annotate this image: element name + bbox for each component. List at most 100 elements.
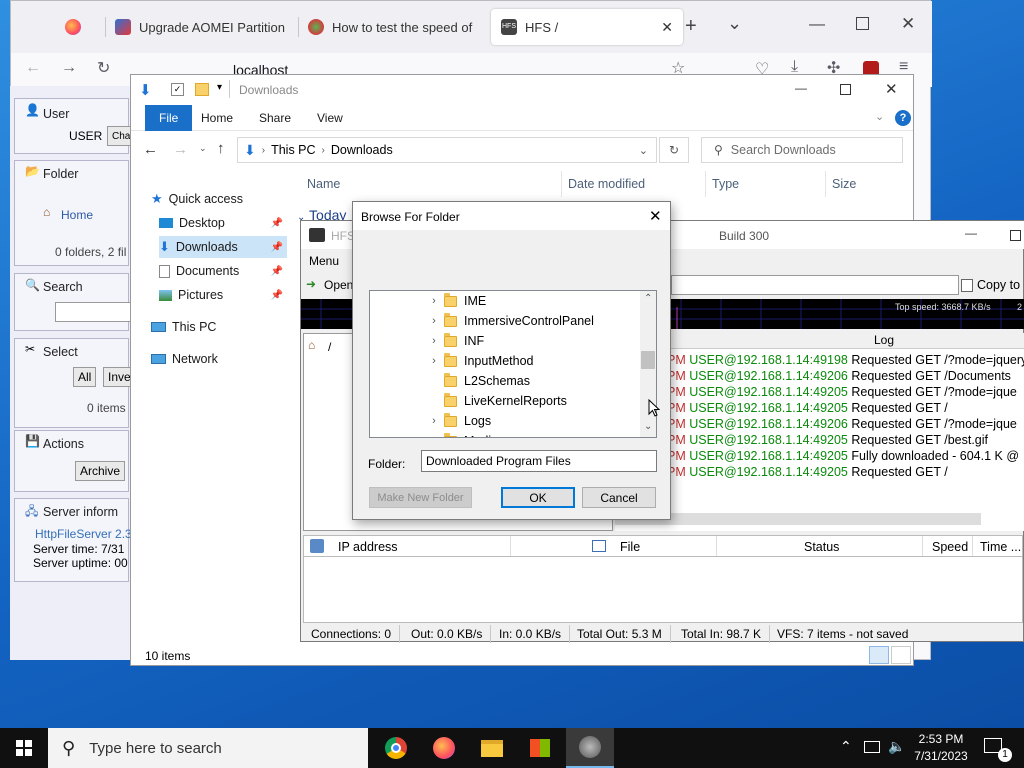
nav-this-pc[interactable]: This PC [151, 316, 286, 338]
column-time[interactable]: Time ... [980, 540, 1021, 554]
server-link[interactable]: HttpFileServer 2.3 [35, 527, 132, 541]
open-in-browser-button[interactable]: Open [324, 278, 353, 292]
search-box[interactable]: ⚲ Search Downloads [701, 137, 903, 163]
taskbar-file-explorer[interactable] [468, 728, 516, 768]
back-icon[interactable]: ← [25, 59, 41, 77]
new-tab-button[interactable]: + [685, 15, 697, 38]
column-file[interactable]: File [620, 540, 640, 554]
cancel-button[interactable]: Cancel [582, 487, 656, 508]
folder-name-field[interactable]: Downloaded Program Files [421, 450, 657, 472]
scroll-down-icon[interactable]: ⌄ [644, 421, 652, 432]
tab-firefox-home[interactable] [55, 9, 105, 45]
column-size[interactable]: Size [832, 177, 856, 191]
column-type[interactable]: Type [712, 177, 739, 191]
nav-desktop[interactable]: Desktop 📌 [159, 212, 287, 234]
home-link[interactable]: Home [61, 208, 93, 222]
large-icons-view-icon[interactable] [891, 646, 911, 664]
connections-list[interactable] [303, 557, 1023, 623]
log-panel[interactable]: PM USER@192.168.1.14:49198 Requested GET… [615, 349, 1024, 531]
tree-folder-item[interactable]: Media [370, 431, 640, 437]
ribbon-tab-file[interactable]: File [145, 105, 193, 131]
chevron-right-icon[interactable]: › [424, 355, 444, 367]
maximize-icon[interactable] [840, 84, 851, 95]
nav-pictures[interactable]: Pictures 📌 [159, 284, 287, 306]
url-field[interactable] [671, 275, 959, 295]
scroll-thumb[interactable] [641, 351, 655, 369]
details-view-icon[interactable] [869, 646, 889, 664]
quick-access-arrow-icon[interactable]: ⬇ [139, 81, 152, 99]
network-icon[interactable] [864, 741, 880, 753]
tree-folder-item[interactable]: LiveKernelReports [370, 391, 640, 411]
column-status[interactable]: Status [804, 540, 839, 554]
minimize-icon[interactable]: — [809, 16, 825, 34]
vfs-root[interactable]: / [328, 340, 331, 354]
back-icon[interactable]: ← [143, 141, 158, 158]
clock-date[interactable]: 7/31/2023 [913, 749, 969, 763]
close-icon[interactable]: ✕ [649, 207, 662, 225]
expand-ribbon-icon[interactable]: ⌄ [875, 110, 884, 123]
minimize-icon[interactable]: — [965, 226, 977, 240]
taskbar-search[interactable]: ⚲ Type here to search [48, 728, 368, 768]
chevron-right-icon[interactable]: › [424, 415, 444, 427]
search-input[interactable] [55, 302, 131, 322]
clock-time[interactable]: 2:53 PM [917, 732, 965, 746]
forward-icon[interactable]: → [61, 59, 77, 77]
tree-folder-item[interactable]: › IME [370, 291, 640, 311]
volume-icon[interactable]: 🔈 [888, 738, 905, 755]
address-bar[interactable]: ⬇ › This PC › Downloads ⌄ [237, 137, 657, 163]
maximize-icon[interactable] [856, 17, 869, 30]
archive-button[interactable]: Archive [75, 461, 126, 481]
taskbar-firefox[interactable] [420, 728, 468, 768]
properties-icon[interactable]: ✓ [171, 83, 184, 96]
tree-folder-item[interactable]: › INF [370, 331, 640, 351]
nav-quick-access[interactable]: ★ Quick access [151, 188, 286, 210]
new-folder-icon[interactable] [195, 83, 209, 96]
tab-speed-test[interactable]: How to test the speed of [298, 9, 490, 45]
menu-button[interactable]: Menu [309, 254, 339, 268]
ok-button[interactable]: OK [501, 487, 575, 508]
folder-tree[interactable]: › IME › ImmersiveControlPanel › INF › InputMeth… [369, 290, 657, 438]
ribbon-tab-share[interactable]: Share [259, 105, 291, 131]
tree-folder-item[interactable]: › Logs [370, 411, 640, 431]
close-tab-icon[interactable]: ✕ [661, 19, 673, 36]
customize-toolbar-icon[interactable]: ▾ [217, 82, 222, 93]
nav-network[interactable]: Network [151, 348, 286, 370]
close-window-icon[interactable]: ✕ [901, 14, 915, 34]
make-new-folder-button[interactable]: Make New Folder [369, 487, 472, 508]
select-all-button[interactable]: All [73, 367, 97, 387]
breadcrumb-this-pc[interactable]: This PC [271, 143, 315, 157]
close-icon[interactable]: ✕ [885, 80, 898, 98]
tab-hfs[interactable]: HFS HFS / ✕ [491, 9, 683, 45]
nav-documents[interactable]: Documents 📌 [159, 260, 287, 282]
taskbar-store[interactable] [516, 728, 564, 768]
reload-icon[interactable]: ↻ [97, 58, 110, 78]
column-ip-address[interactable]: IP address [338, 540, 398, 554]
chevron-right-icon[interactable]: › [424, 295, 444, 307]
copy-to-clipboard-button[interactable]: Copy to [961, 275, 1020, 295]
tree-folder-item[interactable]: › InputMethod [370, 351, 640, 371]
forward-icon[interactable]: → [173, 141, 188, 158]
tab-list-button[interactable]: ⌄ [727, 13, 742, 34]
start-button[interactable] [16, 740, 32, 756]
maximize-icon[interactable] [1010, 230, 1021, 241]
chevron-right-icon[interactable]: › [424, 335, 444, 347]
ribbon-tab-view[interactable]: View [317, 105, 343, 131]
show-hidden-icons-chevron-up-icon[interactable]: ⌃ [840, 738, 852, 755]
help-icon[interactable]: ? [895, 110, 911, 126]
tab-aomei[interactable]: Upgrade AOMEI Partition [105, 9, 297, 45]
taskbar-chrome[interactable] [372, 728, 420, 768]
tree-folder-item[interactable]: › ImmersiveControlPanel [370, 311, 640, 331]
up-icon[interactable]: ↑ [217, 140, 225, 157]
column-date-modified[interactable]: Date modified [568, 177, 645, 191]
address-dropdown-icon[interactable]: ⌄ [639, 144, 648, 157]
refresh-icon[interactable]: ↻ [659, 137, 689, 163]
taskbar-hfs[interactable] [566, 728, 614, 768]
scroll-up-icon[interactable]: ⌃ [644, 293, 652, 304]
nav-downloads[interactable]: ⬇ Downloads 📌 [159, 236, 287, 258]
chevron-right-icon[interactable]: › [424, 315, 444, 327]
column-name[interactable]: Name [307, 177, 340, 191]
breadcrumb-downloads[interactable]: Downloads [331, 143, 393, 157]
recent-locations-icon[interactable]: ⌄ [199, 143, 207, 154]
column-speed[interactable]: Speed [932, 540, 968, 554]
minimize-icon[interactable]: — [795, 81, 807, 95]
